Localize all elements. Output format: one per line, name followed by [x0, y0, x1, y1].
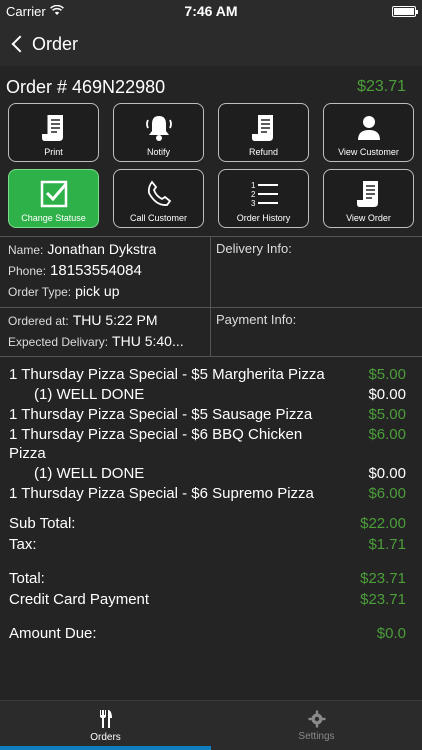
total-label: Total:	[9, 570, 45, 587]
checkbox-icon	[40, 180, 67, 208]
phone-label: Phone:	[8, 264, 47, 278]
svg-text:1: 1	[251, 181, 256, 190]
ordered-at-label: Ordered at:	[8, 314, 69, 328]
item-modifier: (1) WELL DONE	[34, 386, 145, 403]
view-order-label: View Order	[346, 213, 391, 223]
chevron-left-icon	[11, 35, 29, 53]
view-customer-label: View Customer	[338, 147, 399, 157]
order-total: $23.71	[357, 78, 406, 95]
item-price: $5.00	[368, 366, 406, 383]
tab-orders-label: Orders	[90, 731, 121, 743]
back-button[interactable]: Order	[10, 34, 78, 55]
list-item: 1 Thursday Pizza Special - $5 Margherita…	[9, 365, 406, 384]
order-header: Order # 469N22980 $23.71	[0, 66, 422, 100]
battery-icon	[392, 5, 418, 17]
receipt-icon	[356, 181, 378, 207]
list-item: (1) WELL DONE $0.00	[9, 464, 406, 483]
order-type: pick up	[75, 283, 120, 299]
item-price: $0.00	[368, 386, 406, 403]
order-history-button[interactable]: 123 Order History	[218, 169, 309, 228]
tab-orders[interactable]: Orders	[0, 701, 211, 750]
call-customer-label: Call Customer	[129, 213, 187, 223]
view-customer-button[interactable]: View Customer	[323, 103, 414, 162]
subtotal-label: Sub Total:	[9, 515, 76, 532]
action-button-grid: Print Notify Refund View Customer Change…	[0, 100, 422, 228]
subtotal-value: $22.00	[360, 515, 406, 532]
refund-button[interactable]: Refund	[218, 103, 309, 162]
change-status-button[interactable]: Change Statuse	[8, 169, 99, 228]
svg-text:3: 3	[251, 199, 256, 208]
timing-info: Ordered at: THU 5:22 PM Expected Delivary…	[0, 308, 211, 356]
navigation-bar: Order	[0, 22, 422, 66]
utensils-icon	[99, 709, 112, 728]
view-order-button[interactable]: View Order	[323, 169, 414, 228]
item-modifier: (1) WELL DONE	[34, 465, 145, 482]
receipt-icon	[41, 115, 63, 141]
customer-info: Name: Jonathan Dykstra Phone: 18153554084 …	[0, 237, 211, 307]
tab-bar: Orders Settings	[0, 700, 422, 750]
call-customer-button[interactable]: Call Customer	[113, 169, 204, 228]
item-price: $0.00	[368, 465, 406, 482]
tab-settings-label: Settings	[298, 730, 335, 742]
back-button-label: Order	[32, 33, 79, 54]
expected-delivery: THU 5:40...	[112, 333, 184, 349]
list-icon: 123	[251, 181, 278, 208]
status-bar: Carrier 7:46 AM	[0, 0, 422, 22]
item-price: $6.00	[368, 485, 406, 502]
item-name: 1 Thursday Pizza Special - $5 Margherita…	[9, 366, 325, 383]
receipt-icon	[251, 115, 273, 141]
gear-icon	[308, 710, 325, 727]
tab-settings[interactable]: Settings	[211, 701, 422, 750]
order-totals: Sub Total: $22.00 Tax: $1.71 Total: $23.71 …	[0, 504, 422, 644]
total-value: $23.71	[360, 570, 406, 587]
item-name: 1 Thursday Pizza Special - $5 Sausage Pi…	[9, 406, 313, 423]
delivery-info: Delivery Info:	[216, 241, 292, 256]
notify-button[interactable]: Notify	[113, 103, 204, 162]
list-item: 1 Thursday Pizza Special - $5 Sausage Pi…	[9, 405, 406, 424]
list-item: 1 Thursday Pizza Special - $6 BBQ Chicke…	[9, 425, 406, 463]
customer-info-row: Name: Jonathan Dykstra Phone: 18153554084 …	[0, 237, 422, 308]
amount-due-value: $0.0	[376, 625, 406, 642]
bell-icon	[145, 116, 172, 141]
tax-value: $1.71	[368, 536, 406, 553]
order-info-grid: Name: Jonathan Dykstra Phone: 18153554084 …	[0, 236, 422, 357]
print-label: Print	[44, 147, 63, 157]
customer-name: Jonathan Dykstra	[47, 241, 157, 257]
timing-info-row: Ordered at: THU 5:22 PM Expected Delivary…	[0, 308, 422, 357]
item-name: 1 Thursday Pizza Special - $6 Supremo Pi…	[9, 485, 314, 502]
print-button[interactable]: Print	[8, 103, 99, 162]
payment-value: $23.71	[360, 591, 406, 608]
change-status-label: Change Statuse	[21, 213, 86, 223]
item-price: $6.00	[368, 426, 406, 443]
payment-label: Credit Card Payment	[9, 591, 150, 608]
name-label: Name:	[8, 243, 44, 257]
person-icon	[357, 116, 380, 140]
refund-label: Refund	[248, 147, 279, 157]
svg-text:2: 2	[251, 190, 256, 199]
expected-delivery-label: Expected Delivary:	[8, 335, 109, 349]
phone-icon	[147, 180, 171, 206]
item-price: $5.00	[368, 406, 406, 423]
payment-info: Payment Info:	[216, 312, 297, 327]
list-item: 1 Thursday Pizza Special - $6 Supremo Pi…	[9, 484, 406, 503]
order-type-label: Order Type:	[8, 285, 72, 299]
order-items-list: 1 Thursday Pizza Special - $5 Margherita…	[0, 357, 422, 503]
item-name: 1 Thursday Pizza Special - $6 BBQ Chicke…	[9, 426, 303, 462]
list-item: (1) WELL DONE $0.00	[9, 385, 406, 404]
tax-label: Tax:	[9, 536, 37, 553]
notify-label: Notify	[146, 147, 170, 157]
order-history-label: Order History	[236, 213, 291, 223]
ordered-at: THU 5:22 PM	[72, 312, 158, 328]
active-tab-indicator	[0, 746, 211, 750]
customer-phone: 18153554084	[50, 262, 142, 279]
carrier-label: Carrier	[6, 3, 46, 19]
order-number: Order # 469N22980	[6, 76, 166, 97]
amount-due-label: Amount Due:	[9, 625, 97, 642]
wifi-icon	[49, 4, 64, 19]
